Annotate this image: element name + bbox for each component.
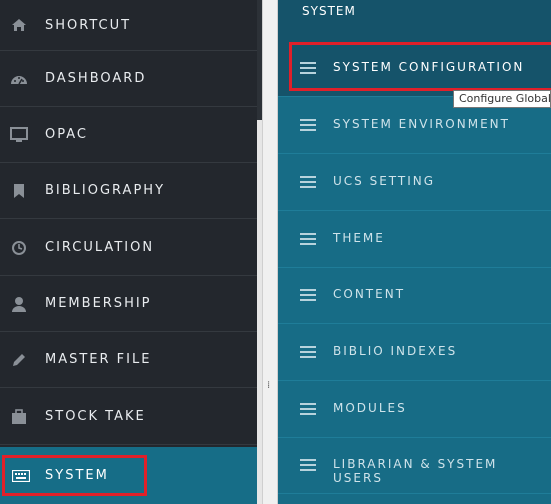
submenu-item-modules[interactable]: MODULES <box>278 381 551 438</box>
submenu-item-label: THEME <box>333 231 385 245</box>
submenu-item-theme[interactable]: THEME <box>278 211 551 268</box>
panel-resize-handle[interactable]: ⁞ <box>262 0 278 504</box>
submenu-item-ucs-setting[interactable]: UCS SETTING <box>278 154 551 211</box>
left-navigation: SHORTCUT DASHBOARD OPAC BIBLIOGRAPHY CIR… <box>0 0 262 504</box>
nav-item-shortcut[interactable]: SHORTCUT <box>0 0 257 51</box>
nav-item-master-file[interactable]: MASTER FILE <box>0 332 257 388</box>
monitor-icon <box>10 126 28 144</box>
nav-item-label: MASTER FILE <box>45 352 152 367</box>
menu-lines-icon <box>300 403 316 415</box>
highlight-box-system-configuration <box>289 42 551 91</box>
nav-item-label: DASHBOARD <box>45 71 147 86</box>
briefcase-icon <box>10 408 28 426</box>
nav-item-bibliography[interactable]: BIBLIOGRAPHY <box>0 163 257 219</box>
menu-lines-icon <box>300 119 316 131</box>
submenu-item-label: MODULES <box>333 401 407 415</box>
home-icon <box>10 16 28 34</box>
submenu-item-label: UCS SETTING <box>333 174 436 188</box>
grip-icon: ⁞ <box>267 380 271 391</box>
submenu-title: SYSTEM <box>302 4 356 18</box>
submenu-item-librarian-system-users[interactable]: LIBRARIAN & SYSTEM USERS <box>278 437 551 494</box>
nav-item-dashboard[interactable]: DASHBOARD <box>0 51 257 107</box>
nav-item-label: OPAC <box>45 127 88 142</box>
nav-item-label: CIRCULATION <box>45 240 155 255</box>
clock-icon <box>10 239 28 257</box>
menu-lines-icon <box>300 459 316 471</box>
nav-item-label: MEMBERSHIP <box>45 296 152 311</box>
nav-item-label: STOCK TAKE <box>45 409 146 424</box>
bookmark-icon <box>10 182 28 200</box>
nav-item-circulation[interactable]: CIRCULATION <box>0 220 257 276</box>
nav-item-opac[interactable]: OPAC <box>0 107 257 163</box>
menu-lines-icon <box>300 346 316 358</box>
submenu-item-label: CONTENT <box>333 287 406 301</box>
nav-item-label: SHORTCUT <box>45 17 132 33</box>
highlight-box-system <box>2 455 147 496</box>
nav-item-membership[interactable]: MEMBERSHIP <box>0 276 257 332</box>
menu-lines-icon <box>300 176 316 188</box>
submenu-item-label: BIBLIO INDEXES <box>333 344 458 358</box>
nav-item-stock-take[interactable]: STOCK TAKE <box>0 389 257 445</box>
dashboard-gauge-icon <box>10 70 28 88</box>
submenu-header: SYSTEM <box>278 0 551 40</box>
submenu-item-biblio-indexes[interactable]: BIBLIO INDEXES <box>278 324 551 381</box>
submenu-item-label: SYSTEM ENVIRONMENT <box>333 117 510 131</box>
tooltip: Configure Global <box>453 90 551 108</box>
pencil-icon <box>10 351 28 369</box>
nav-item-label: BIBLIOGRAPHY <box>45 183 166 198</box>
menu-lines-icon <box>300 233 316 245</box>
user-icon <box>10 295 28 313</box>
submenu-item-content[interactable]: CONTENT <box>278 267 551 324</box>
submenu-item-label: LIBRARIAN & SYSTEM USERS <box>333 457 498 485</box>
menu-lines-icon <box>300 289 316 301</box>
